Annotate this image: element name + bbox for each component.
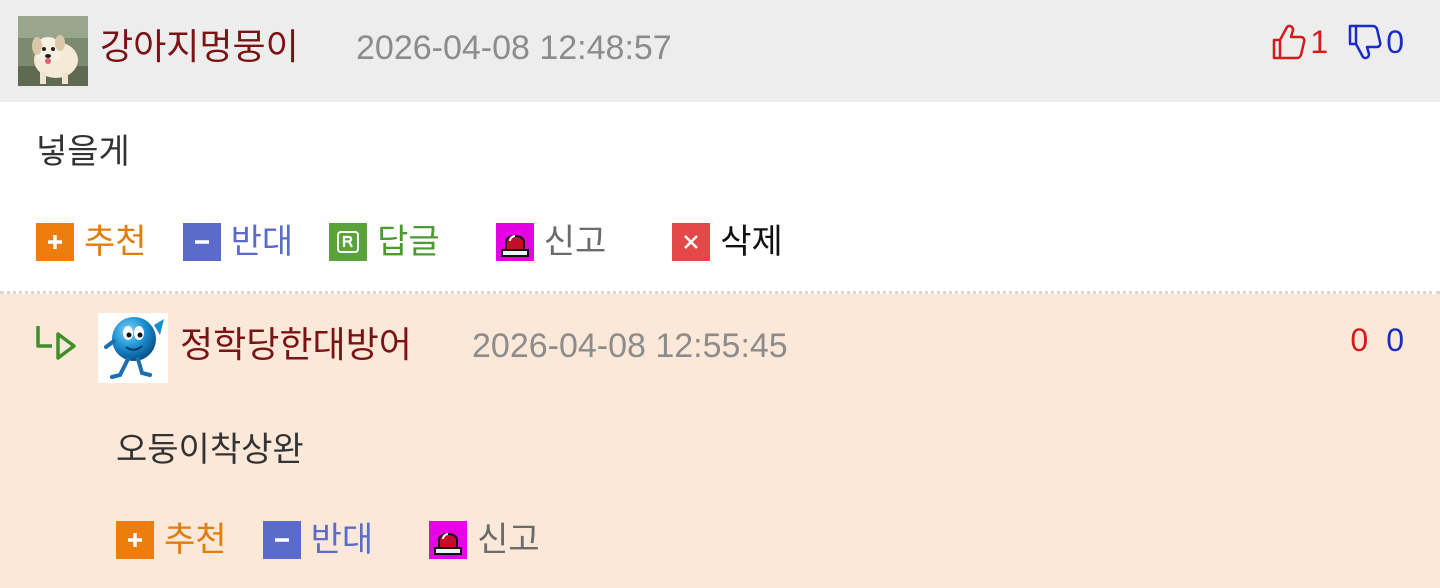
- minus-icon: [262, 521, 301, 559]
- avatar[interactable]: [98, 313, 168, 383]
- delete-button[interactable]: 삭제: [672, 220, 783, 264]
- oppose-button[interactable]: 반대: [262, 518, 374, 562]
- vote-counts: 1 0: [1270, 22, 1404, 62]
- reply-arrow-icon: [34, 322, 80, 362]
- reply-actions: 추천 반대 신고: [116, 518, 540, 562]
- oppose-button[interactable]: 반대: [182, 220, 294, 264]
- recommend-label: 추천: [84, 222, 147, 262]
- thumbs-down-icon[interactable]: [1346, 23, 1382, 61]
- avatar[interactable]: [18, 16, 88, 86]
- r-badge-icon: [329, 223, 368, 261]
- siren-icon: [429, 521, 468, 559]
- oppose-label: 반대: [230, 222, 294, 262]
- upvote-count[interactable]: 0: [1350, 320, 1368, 360]
- downvote-count: 0: [1386, 24, 1404, 60]
- recommend-button[interactable]: 추천: [116, 518, 227, 562]
- downvote-count[interactable]: 0: [1386, 320, 1404, 360]
- minus-icon: [182, 223, 221, 261]
- oppose-label: 반대: [310, 520, 374, 560]
- reply-label: 답글: [377, 222, 440, 262]
- report-button[interactable]: 신고: [429, 518, 540, 562]
- delete-label: 삭제: [720, 222, 783, 262]
- recommend-label: 추천: [164, 520, 227, 560]
- siren-icon: [495, 223, 534, 261]
- timestamp: 2026-04-08 12:55:45: [472, 327, 788, 365]
- reply-text: 오둥이착상완: [116, 430, 304, 470]
- comment-thread: 강아지멍뭉이 2026-04-08 12:48:57 1 0 넣을게 추천 반대…: [0, 0, 1440, 588]
- reply-button[interactable]: 답글: [329, 220, 440, 264]
- comment-actions: 추천 반대 답글 신고 삭제: [36, 220, 783, 264]
- upvote-count: 1: [1310, 24, 1329, 60]
- vote-counts: 0 0: [1350, 320, 1404, 360]
- plus-icon: [116, 521, 154, 559]
- author-name[interactable]: 정학당한대방어: [180, 324, 412, 368]
- plus-icon: [36, 223, 74, 261]
- x-icon: [672, 223, 711, 261]
- report-label: 신고: [543, 222, 607, 262]
- recommend-button[interactable]: 추천: [36, 220, 147, 264]
- comment-text: 넣을게: [36, 132, 130, 172]
- timestamp: 2026-04-08 12:48:57: [356, 29, 672, 67]
- report-label: 신고: [477, 520, 540, 560]
- report-button[interactable]: 신고: [495, 220, 607, 264]
- thumbs-up-icon[interactable]: [1270, 23, 1306, 61]
- author-name[interactable]: 강아지멍뭉이: [100, 26, 299, 70]
